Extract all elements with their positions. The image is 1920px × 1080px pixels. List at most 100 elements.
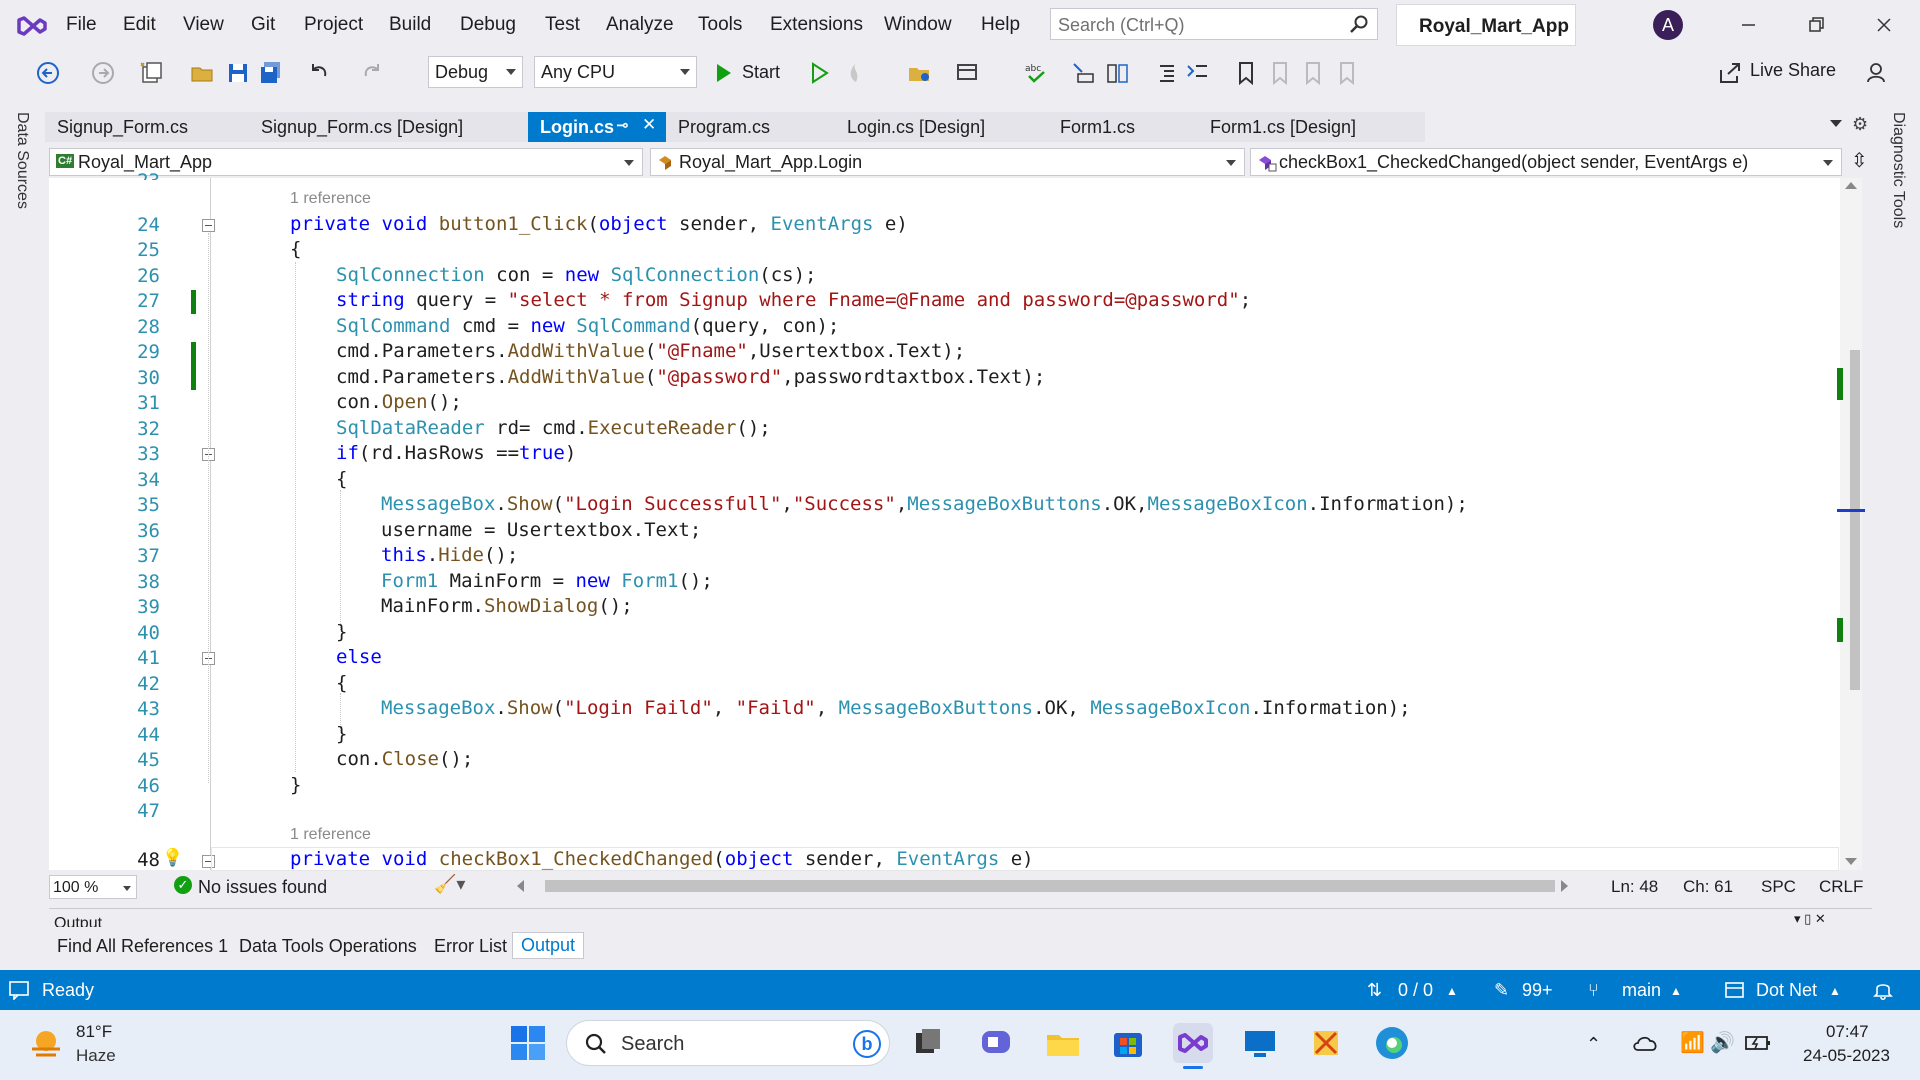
clock-time[interactable]: 07:47	[1826, 1022, 1869, 1042]
tab-find-all-references[interactable]: Find All References 1	[57, 936, 228, 957]
spell-check-icon[interactable]: abc	[1023, 60, 1049, 86]
solution-platform-dropdown[interactable]: Any CPU	[534, 56, 697, 88]
edge-browser-icon[interactable]	[1372, 1023, 1412, 1063]
split-editor-icon[interactable]: ⇳	[1851, 148, 1868, 173]
menu-analyze[interactable]: Analyze	[606, 14, 674, 36]
lightbulb-icon[interactable]: 💡	[162, 848, 183, 868]
menu-file[interactable]: File	[66, 14, 97, 36]
whitespace-indicator[interactable]: SPC	[1761, 877, 1796, 897]
visual-studio-logo-icon[interactable]	[16, 11, 48, 41]
previous-bookmark-icon[interactable]	[1267, 60, 1293, 86]
menu-git[interactable]: Git	[251, 14, 275, 36]
battery-icon[interactable]	[1744, 1033, 1772, 1053]
menu-edit[interactable]: Edit	[123, 14, 156, 36]
outdent-icon[interactable]	[1185, 60, 1211, 86]
close-icon[interactable]	[1864, 8, 1904, 42]
tab-signup-form-cs[interactable]: Signup_Form.cs	[45, 112, 245, 142]
codelens-references[interactable]: 1 reference	[290, 826, 371, 844]
windows-start-icon[interactable]	[508, 1023, 548, 1063]
menu-debug[interactable]: Debug	[460, 14, 516, 36]
indent-icon[interactable]	[1152, 60, 1178, 86]
start-button[interactable]: Start	[742, 62, 780, 83]
data-sources-tab[interactable]: Data Sources	[13, 112, 31, 209]
line-indicator[interactable]: Ln: 48	[1611, 877, 1658, 897]
menu-help[interactable]: Help	[981, 14, 1020, 36]
menu-build[interactable]: Build	[389, 14, 431, 36]
search-input[interactable]: Search (Ctrl+Q)	[1050, 8, 1378, 40]
tab-data-tools-operations[interactable]: Data Tools Operations	[239, 936, 417, 957]
redo-icon[interactable]	[360, 60, 386, 86]
save-icon[interactable]	[225, 60, 251, 86]
tab-form1-cs[interactable]: Form1.cs	[1048, 112, 1198, 142]
bing-icon[interactable]: b	[853, 1030, 881, 1058]
scroll-left-icon[interactable]	[517, 880, 524, 892]
scroll-down-icon[interactable]	[1845, 858, 1857, 865]
teams-chat-icon[interactable]	[976, 1023, 1016, 1063]
codelens-references[interactable]: 1 reference	[290, 190, 371, 208]
compare-icon[interactable]	[1105, 60, 1131, 86]
remote-desktop-icon[interactable]	[1240, 1023, 1280, 1063]
tab-error-list[interactable]: Error List	[434, 936, 507, 957]
new-project-icon[interactable]	[138, 60, 164, 86]
line-ending-indicator[interactable]: CRLF	[1819, 877, 1863, 897]
microsoft-store-icon[interactable]	[1108, 1023, 1148, 1063]
start-debugging-icon[interactable]	[710, 60, 736, 86]
save-all-icon[interactable]	[258, 60, 284, 86]
feedback-icon[interactable]	[1865, 60, 1891, 86]
member-navigation-dropdown[interactable]: checkBox1_CheckedChanged(object sender, …	[1250, 148, 1842, 176]
git-branch[interactable]: main	[1622, 980, 1661, 1001]
tab-close-icon[interactable]: ✕	[642, 115, 656, 135]
tab-list-dropdown-icon[interactable]	[1830, 120, 1842, 127]
clock-date[interactable]: 24-05-2023	[1803, 1046, 1890, 1066]
bookmark-icon[interactable]	[1233, 60, 1259, 86]
open-folder-icon[interactable]	[190, 60, 216, 86]
file-explorer-icon[interactable]	[1043, 1023, 1083, 1063]
chevron-up-icon[interactable]: ⌃	[1586, 1034, 1601, 1055]
weather-temperature[interactable]: 81°F	[76, 1022, 112, 1042]
issues-status[interactable]: No issues found	[198, 877, 327, 898]
task-view-icon[interactable]	[908, 1023, 948, 1063]
pin-icon[interactable]: ⊸	[616, 116, 629, 134]
column-indicator[interactable]: Ch: 61	[1683, 877, 1733, 897]
tab-login-cs[interactable]: Login.cs ⊸ ✕	[528, 112, 666, 142]
repository-name[interactable]: Dot Net	[1756, 980, 1817, 1001]
menu-tools[interactable]: Tools	[698, 14, 742, 36]
tab-program-cs[interactable]: Program.cs	[666, 112, 836, 142]
type-navigation-dropdown[interactable]: Royal_Mart_App.Login	[650, 148, 1245, 176]
menu-test[interactable]: Test	[545, 14, 580, 36]
pending-commits[interactable]: 0 / 0	[1398, 980, 1433, 1001]
solution-explorer-icon[interactable]	[907, 60, 933, 86]
scroll-up-icon[interactable]	[1845, 182, 1857, 189]
hot-reload-icon[interactable]	[843, 60, 869, 86]
undo-icon[interactable]	[305, 60, 331, 86]
next-bookmark-icon[interactable]	[1300, 60, 1326, 86]
pending-changes[interactable]: 99+	[1522, 980, 1553, 1001]
diagnostic-tools-tab[interactable]: Diagnostic Tools	[1889, 112, 1907, 228]
minimize-icon[interactable]	[1728, 8, 1768, 42]
menu-view[interactable]: View	[183, 14, 224, 36]
vertical-scrollbar[interactable]	[1837, 178, 1865, 870]
menu-window[interactable]: Window	[884, 14, 952, 36]
code-editor[interactable]	[49, 178, 1842, 870]
zoom-dropdown[interactable]: 100 %	[49, 875, 137, 899]
restore-icon[interactable]	[1796, 8, 1836, 42]
menu-extensions[interactable]: Extensions	[770, 14, 863, 36]
notification-bell-icon[interactable]	[1873, 979, 1893, 1001]
weather-condition[interactable]: Haze	[76, 1046, 116, 1066]
step-into-icon[interactable]	[1070, 60, 1096, 86]
onedrive-cloud-icon[interactable]	[1632, 1032, 1660, 1054]
navigate-back-icon[interactable]	[35, 60, 61, 86]
start-without-debugging-icon[interactable]	[806, 60, 832, 86]
solution-configuration-dropdown[interactable]: Debug	[428, 56, 523, 88]
scrollbar-thumb[interactable]	[1850, 350, 1860, 690]
horizontal-scrollbar-thumb[interactable]	[545, 880, 1555, 892]
panel-controls-icon[interactable]: ▾ ▯ ✕	[1794, 911, 1826, 927]
menu-project[interactable]: Project	[304, 14, 363, 36]
volume-icon[interactable]: 🔊	[1710, 1030, 1735, 1055]
code-cleanup-icon[interactable]: 🧹▾	[434, 874, 465, 895]
visual-studio-taskbar-icon[interactable]	[1173, 1023, 1213, 1063]
wifi-icon[interactable]: 📶	[1680, 1030, 1705, 1055]
tab-form1-design[interactable]: Form1.cs [Design]	[1198, 112, 1423, 142]
weather-haze-icon[interactable]	[28, 1025, 64, 1061]
tab-output[interactable]: Output	[512, 932, 585, 959]
